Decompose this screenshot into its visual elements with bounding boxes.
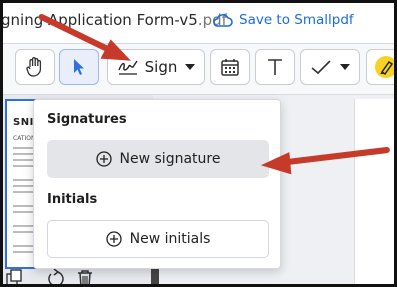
- cursor-arrow-icon: [74, 59, 84, 75]
- sign-dropdown-button[interactable]: Sign: [107, 49, 205, 85]
- trash-icon[interactable]: [78, 270, 92, 287]
- highlighter-icon: [375, 56, 394, 78]
- signature-icon: [117, 60, 138, 75]
- hand-icon: [26, 57, 42, 77]
- document-title[interactable]: gning Application Form-v5.pdf: [1, 11, 227, 29]
- select-tool-button[interactable]: [59, 49, 99, 85]
- app-window: gning Application Form-v5.pdf Save to Sm…: [0, 0, 397, 287]
- new-initials-label: New initials: [129, 231, 211, 247]
- sign-label: Sign: [144, 58, 178, 76]
- plus-circle-icon: [95, 151, 112, 167]
- title-bar: gning Application Form-v5.pdf Save to Sm…: [3, 3, 394, 44]
- text-tool-button[interactable]: [255, 49, 295, 85]
- document-page[interactable]: [354, 99, 394, 284]
- new-signature-label: New signature: [119, 151, 221, 167]
- save-link-label: Save to Smallpdf: [239, 12, 354, 28]
- rotate-icon[interactable]: [48, 268, 64, 286]
- sign-menu-popup: Signatures New signature Initials New in…: [33, 99, 281, 269]
- document-name: gning Application Form-v5: [1, 11, 198, 29]
- calendar-icon: [221, 59, 239, 76]
- chevron-down-icon: [340, 64, 350, 70]
- initials-heading: Initials: [47, 192, 98, 207]
- thumbnail-actions: [6, 268, 92, 287]
- checkmark-dropdown-button[interactable]: [300, 49, 360, 85]
- duplicate-icon[interactable]: [6, 269, 22, 285]
- checkmark-icon: [311, 60, 331, 75]
- date-tool-button[interactable]: [210, 49, 250, 85]
- new-signature-button[interactable]: New signature: [47, 140, 269, 178]
- text-icon: [268, 59, 282, 75]
- new-initials-button[interactable]: New initials: [47, 220, 269, 258]
- save-to-smallpdf-link[interactable]: Save to Smallpdf: [212, 12, 354, 28]
- toolbar: Sign: [3, 44, 394, 95]
- chevron-down-icon: [185, 64, 196, 70]
- pan-tool-button[interactable]: [15, 49, 55, 85]
- signatures-heading: Signatures: [47, 112, 127, 127]
- cloud-icon: [213, 14, 233, 27]
- plus-circle-icon: [105, 231, 122, 247]
- highlight-tool-button[interactable]: [366, 49, 394, 85]
